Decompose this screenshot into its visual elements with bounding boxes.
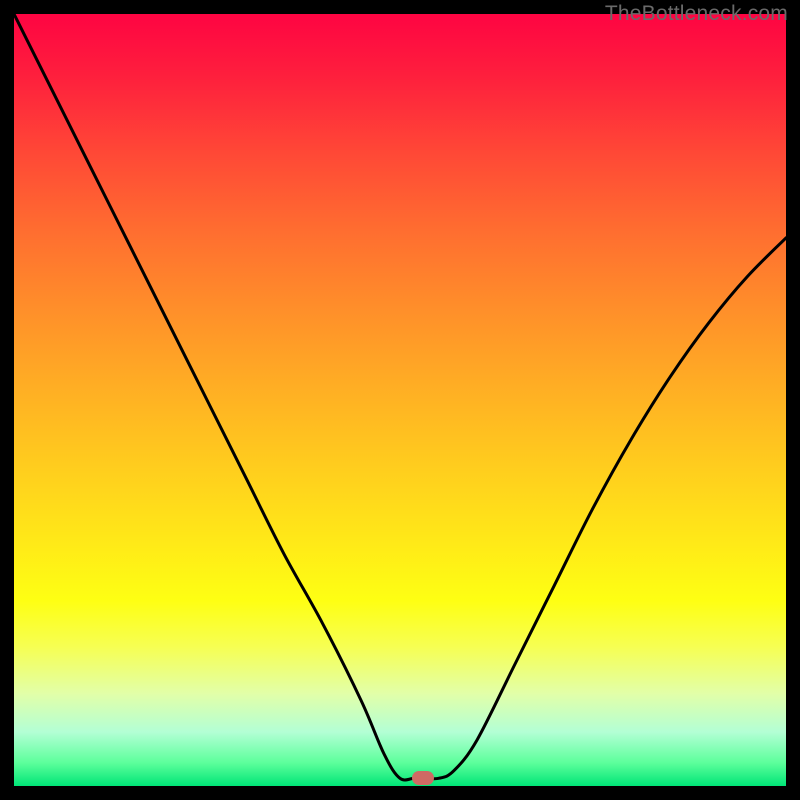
bottleneck-curve bbox=[14, 14, 786, 786]
plot-area bbox=[14, 14, 786, 786]
chart-frame: TheBottleneck.com bbox=[0, 0, 800, 800]
watermark-text: TheBottleneck.com bbox=[605, 2, 788, 26]
optimal-point-marker bbox=[412, 771, 434, 785]
